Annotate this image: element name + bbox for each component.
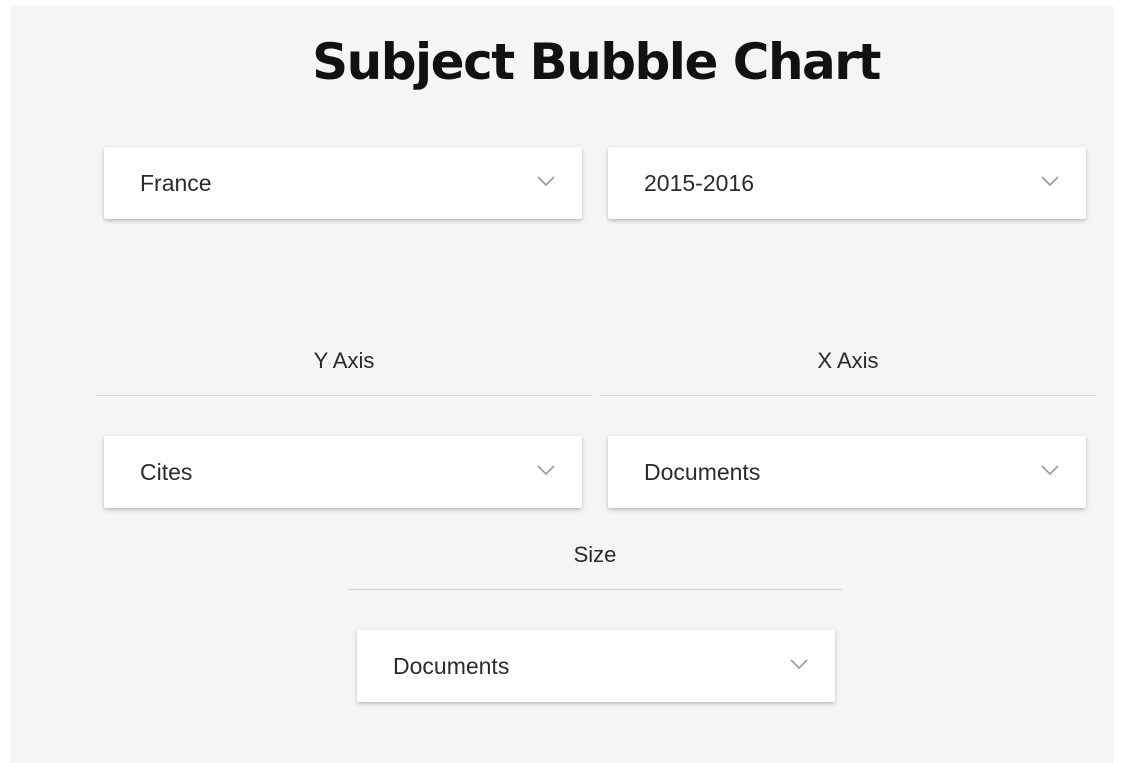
- chevron-down-icon: [537, 176, 555, 187]
- size-select[interactable]: Documents: [357, 630, 835, 702]
- y-axis-label: Y Axis: [313, 348, 375, 373]
- y-axis-select[interactable]: Cites: [104, 436, 582, 508]
- chevron-down-icon: [1041, 465, 1059, 476]
- x-axis-select-value: Documents: [644, 459, 761, 485]
- period-select[interactable]: 2015-2016: [608, 147, 1086, 219]
- period-select-value: 2015-2016: [644, 170, 754, 196]
- size-select-value: Documents: [393, 653, 510, 679]
- y-axis-divider: [96, 395, 592, 396]
- chevron-down-icon: [537, 465, 555, 476]
- chevron-down-icon: [790, 659, 808, 670]
- country-select-value: France: [140, 170, 212, 196]
- x-axis-label: X Axis: [817, 348, 879, 373]
- country-select[interactable]: France: [104, 147, 582, 219]
- x-axis-select[interactable]: Documents: [608, 436, 1086, 508]
- y-axis-select-value: Cites: [140, 459, 193, 485]
- size-divider: [348, 589, 842, 590]
- size-label: Size: [573, 542, 617, 567]
- chevron-down-icon: [1041, 176, 1059, 187]
- page-title: Subject Bubble Chart: [312, 33, 881, 91]
- x-axis-divider: [600, 395, 1096, 396]
